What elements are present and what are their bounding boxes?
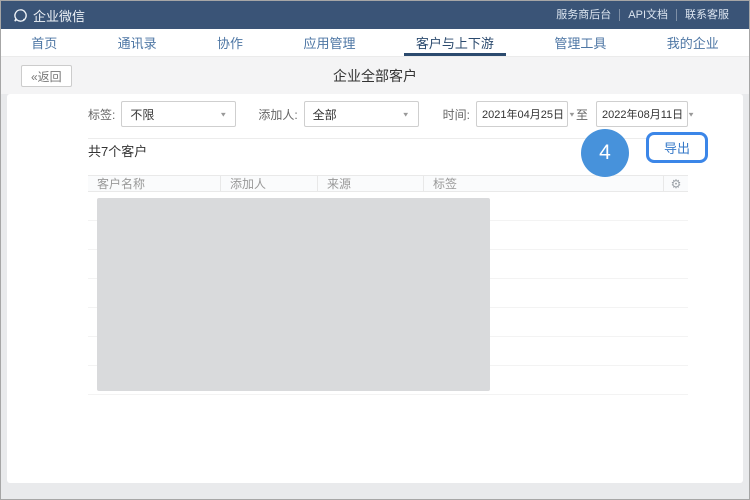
tag-filter-label: 标签:: [88, 106, 115, 123]
date-to-value: 2022年08月11日: [602, 106, 683, 122]
adder-filter-value: 全部: [313, 106, 337, 123]
table-column-header: 添加人: [220, 176, 317, 191]
toolbar: «返回 企业全部客户: [1, 56, 749, 94]
date-from-select[interactable]: 2021年04月25日 ▼: [476, 101, 568, 127]
table-header-columns: 客户名称 添加人 来源 标签: [88, 176, 663, 191]
main-nav: 首页 通讯录 协作 应用管理 客户与上下游 管理工具 我的企业: [1, 29, 749, 56]
table-column-header: 客户名称: [88, 176, 220, 191]
gear-icon: ⚙: [671, 178, 682, 190]
table-column-header: 标签: [423, 176, 663, 191]
column-settings-button[interactable]: ⚙: [663, 176, 688, 191]
tag-filter-select[interactable]: 不限 ▼: [121, 101, 236, 127]
topbar-link[interactable]: 服务商后台: [548, 9, 619, 21]
nav-item-label: 我的企业: [667, 33, 719, 52]
export-button[interactable]: 导出: [664, 138, 690, 157]
nav-item[interactable]: 协作: [205, 29, 255, 56]
filter-bar: 标签: 不限 ▼ 添加人: 全部 ▼ 时间: 2021年04月25日 ▼ 至 2…: [88, 101, 688, 127]
privacy-mask: [97, 198, 490, 391]
app-name: 企业微信: [33, 6, 85, 25]
table-header: 客户名称 添加人 来源 标签 ⚙: [88, 175, 688, 192]
customer-count: 共7个客户: [88, 141, 147, 160]
chevron-down-icon: ▼: [219, 110, 227, 117]
chevron-down-icon: ▼: [568, 110, 576, 117]
page-title: 企业全部客户: [1, 57, 749, 95]
adder-filter-label: 添加人:: [258, 106, 297, 123]
topbar: 企业微信 服务商后台 API文档 联系客服: [1, 1, 749, 29]
topbar-link[interactable]: 联系客服: [676, 9, 737, 21]
topbar-links: 服务商后台 API文档 联系客服: [548, 9, 737, 21]
nav-item-label: 首页: [31, 33, 57, 52]
nav-item[interactable]: 首页: [19, 29, 69, 56]
time-filter-label: 时间:: [443, 106, 470, 123]
nav-item-label: 协作: [217, 33, 243, 52]
wechat-work-logo-icon: [13, 8, 28, 23]
date-from-value: 2021年04月25日: [482, 106, 564, 122]
nav-item[interactable]: 管理工具: [542, 29, 618, 56]
nav-item[interactable]: 应用管理: [291, 29, 367, 56]
chevron-down-icon: ▼: [687, 110, 695, 117]
back-button[interactable]: «返回: [21, 65, 72, 87]
date-to-select[interactable]: 2022年08月11日 ▼: [596, 101, 688, 127]
export-highlight: 导出: [646, 132, 708, 163]
step-badge: 4: [581, 129, 629, 177]
nav-item-label: 管理工具: [554, 33, 606, 52]
table-column-header: 来源: [317, 176, 423, 191]
chevron-down-icon: ▼: [402, 110, 410, 117]
nav-item[interactable]: 通讯录: [106, 29, 169, 56]
topbar-link[interactable]: API文档: [619, 9, 676, 21]
tag-filter-value: 不限: [130, 106, 154, 123]
nav-item[interactable]: 我的企业: [655, 29, 731, 56]
nav-item-label: 通讯录: [118, 33, 157, 52]
adder-filter-select[interactable]: 全部 ▼: [304, 101, 419, 127]
content-card: 标签: 不限 ▼ 添加人: 全部 ▼ 时间: 2021年04月25日 ▼ 至 2…: [7, 94, 743, 483]
nav-item-label: 客户与上下游: [416, 33, 494, 52]
app-logo[interactable]: 企业微信: [13, 6, 85, 25]
nav-item-label: 应用管理: [303, 33, 355, 52]
nav-item[interactable]: 客户与上下游: [404, 29, 506, 56]
app-window: 企业微信 服务商后台 API文档 联系客服 首页 通讯录 协作 应用管理 客户与…: [0, 0, 750, 500]
date-range-separator: 至: [576, 106, 588, 123]
